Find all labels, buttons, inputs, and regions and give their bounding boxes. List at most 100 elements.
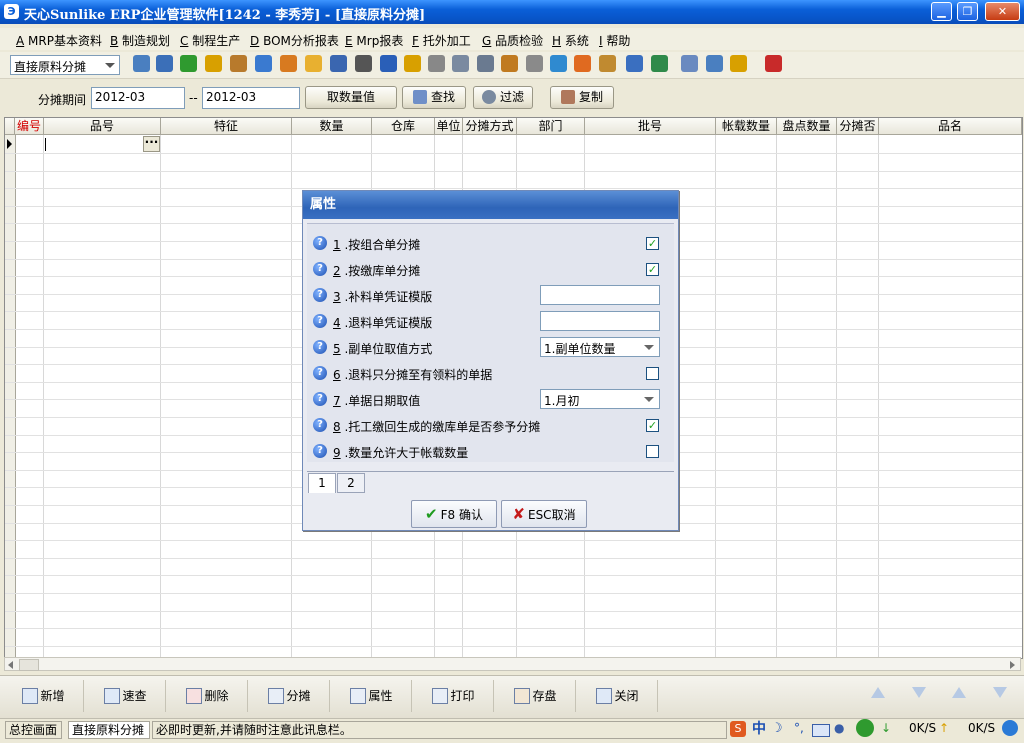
browser-icon[interactable] <box>1002 720 1018 736</box>
first-record-icon[interactable] <box>871 687 885 698</box>
monitor-icon[interactable] <box>156 55 173 72</box>
copy-button[interactable]: 复制 <box>550 86 614 109</box>
print-button[interactable]: 打印 <box>414 680 494 712</box>
last-record-icon[interactable] <box>993 687 1007 698</box>
help-icon[interactable]: ? <box>313 340 327 354</box>
column-header[interactable]: 部门 <box>517 118 585 135</box>
help-icon[interactable]: ? <box>313 392 327 406</box>
scroll-right-icon[interactable] <box>1010 661 1015 669</box>
close-button[interactable]: 关闭 <box>578 680 658 712</box>
cancel-button[interactable]: ✘ ESC取消 <box>501 500 587 528</box>
punctuation-icon[interactable]: °, <box>794 721 804 735</box>
help-icon[interactable]: ? <box>313 288 327 302</box>
property-select[interactable]: 1.副单位数量 <box>540 337 660 357</box>
previous-record-icon[interactable] <box>952 687 966 698</box>
help-icon[interactable]: ? <box>313 314 327 328</box>
help-icon[interactable] <box>380 55 397 72</box>
window-icon[interactable] <box>681 55 698 72</box>
box-icon[interactable] <box>501 55 518 72</box>
column-header[interactable]: 编号 <box>15 118 44 135</box>
current-window-tab[interactable]: 直接原料分摊 <box>68 721 150 739</box>
group-icon[interactable] <box>280 55 297 72</box>
user-icon[interactable]: ● <box>834 721 844 735</box>
briefcase-icon[interactable] <box>230 55 247 72</box>
column-header[interactable]: 数量 <box>292 118 372 135</box>
menu-help[interactable]: I 帮助 <box>599 32 630 49</box>
property-text-input[interactable] <box>540 285 660 305</box>
next-record-icon[interactable] <box>912 687 926 698</box>
close-window-icon[interactable] <box>706 55 723 72</box>
tab-page-1[interactable]: 1 <box>308 473 336 493</box>
save-button[interactable]: 存盘 <box>496 680 576 712</box>
phone-icon[interactable] <box>180 55 197 72</box>
moon-icon[interactable]: ☽ <box>771 721 783 736</box>
home-icon[interactable] <box>255 55 272 72</box>
column-header[interactable]: 仓库 <box>372 118 435 135</box>
mail-icon[interactable] <box>305 55 322 72</box>
add-button[interactable]: 新增 <box>4 680 84 712</box>
property-checkbox[interactable]: ✓ <box>646 419 659 432</box>
scroll-left-icon[interactable] <box>8 661 13 669</box>
get-quantity-button[interactable]: 取数量值 <box>305 86 397 109</box>
tab-page-2[interactable]: 2 <box>337 473 365 493</box>
cart-icon[interactable] <box>428 55 445 72</box>
period-from-input[interactable]: 2012-03 <box>91 87 185 109</box>
link-icon[interactable] <box>355 55 372 72</box>
help-icon[interactable]: ? <box>313 262 327 276</box>
help-icon[interactable]: ? <box>313 444 327 458</box>
sogou-ime-icon[interactable]: S <box>730 721 746 737</box>
network-monitor-icon[interactable] <box>856 719 874 737</box>
screen-icon[interactable] <box>626 55 643 72</box>
menu-production[interactable]: C 制程生产 <box>180 32 240 49</box>
maximize-button[interactable]: ❐ <box>957 2 978 21</box>
property-checkbox[interactable]: ✓ <box>646 237 659 250</box>
module-select[interactable]: 直接原料分摊 <box>10 55 120 75</box>
horizontal-scrollbar[interactable] <box>4 657 1021 671</box>
menu-planning[interactable]: B 制造规划 <box>110 32 170 49</box>
exit-icon[interactable] <box>765 55 782 72</box>
card-icon[interactable] <box>330 55 347 72</box>
property-text-input[interactable] <box>540 311 660 331</box>
menu-mrp-basic[interactable]: A MRP基本资料 <box>16 32 102 49</box>
help-icon[interactable]: ? <box>313 236 327 250</box>
menu-bom-reports[interactable]: D BOM分析报表 <box>250 32 339 49</box>
quick-search-button[interactable]: 速查 <box>86 680 166 712</box>
menu-system[interactable]: H 系统 <box>552 32 589 49</box>
allocate-button[interactable]: 分摊 <box>250 680 330 712</box>
property-checkbox[interactable] <box>646 367 659 380</box>
minimize-button[interactable]: ▁ <box>931 2 952 21</box>
column-header[interactable]: 品号 <box>44 118 161 135</box>
column-header[interactable]: 单位 <box>435 118 463 135</box>
keyboard-icon[interactable] <box>812 724 830 737</box>
dollar-icon[interactable] <box>404 55 421 72</box>
copy-icon[interactable] <box>526 55 543 72</box>
document-icon[interactable] <box>452 55 469 72</box>
column-header[interactable]: 批号 <box>585 118 716 135</box>
check-icon[interactable] <box>550 55 567 72</box>
property-checkbox[interactable] <box>646 445 659 458</box>
person-icon[interactable] <box>205 55 222 72</box>
column-header[interactable]: 分摊方式 <box>463 118 517 135</box>
close-window-button[interactable]: ✕ <box>985 2 1020 21</box>
column-header[interactable]: 盘点数量 <box>777 118 837 135</box>
tree-icon[interactable] <box>133 55 150 72</box>
delete-button[interactable]: 删除 <box>168 680 248 712</box>
tile-icon[interactable] <box>730 55 747 72</box>
menu-quality[interactable]: G 品质检验 <box>482 32 543 49</box>
column-header[interactable]: 帐载数量 <box>716 118 777 135</box>
properties-button[interactable]: 属性 <box>332 680 412 712</box>
period-to-input[interactable]: 2012-03 <box>202 87 300 109</box>
find-button[interactable]: 查找 <box>402 86 466 109</box>
property-checkbox[interactable]: ✓ <box>646 263 659 276</box>
menu-mrp-reports[interactable]: E Mrp报表 <box>345 32 403 49</box>
refresh-icon[interactable] <box>651 55 668 72</box>
hierarchy-icon[interactable] <box>599 55 616 72</box>
column-header[interactable]: 品名 <box>879 118 1022 135</box>
main-screen-tab[interactable]: 总控画面 <box>5 721 62 739</box>
bell-icon[interactable] <box>574 55 591 72</box>
item-lookup-button[interactable]: ··· <box>143 136 160 152</box>
calculator-icon[interactable] <box>477 55 494 72</box>
scroll-thumb[interactable] <box>19 659 39 671</box>
ime-mode-indicator[interactable]: 中 <box>752 718 766 738</box>
menu-outsourcing[interactable]: F 托外加工 <box>412 32 471 49</box>
